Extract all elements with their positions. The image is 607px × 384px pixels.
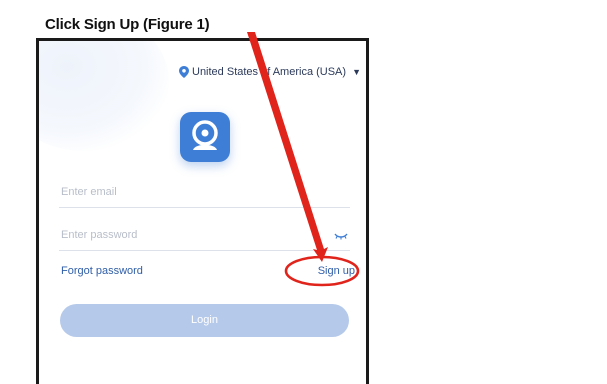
password-placeholder: Enter password — [61, 229, 138, 241]
camera-icon — [192, 120, 218, 150]
background-decoration — [39, 41, 169, 151]
figure-caption: Click Sign Up (Figure 1) — [45, 16, 210, 33]
region-label: United States of America (USA) — [192, 66, 347, 78]
forgot-password-link[interactable]: Forgot password — [61, 265, 143, 277]
login-button[interactable]: Login — [60, 304, 349, 337]
eye-closed-icon[interactable] — [334, 232, 348, 240]
region-selector[interactable]: United States of America (USA) ▼ — [179, 66, 361, 78]
sign-up-link[interactable]: Sign up — [318, 265, 355, 277]
location-pin-icon — [179, 66, 189, 78]
app-logo — [180, 112, 230, 162]
chevron-down-icon: ▼ — [352, 67, 361, 77]
email-field[interactable]: Enter email — [59, 181, 350, 208]
password-field[interactable]: Enter password — [59, 224, 350, 251]
email-placeholder: Enter email — [61, 186, 117, 198]
phone-screen: United States of America (USA) ▼ Enter e… — [36, 38, 369, 384]
